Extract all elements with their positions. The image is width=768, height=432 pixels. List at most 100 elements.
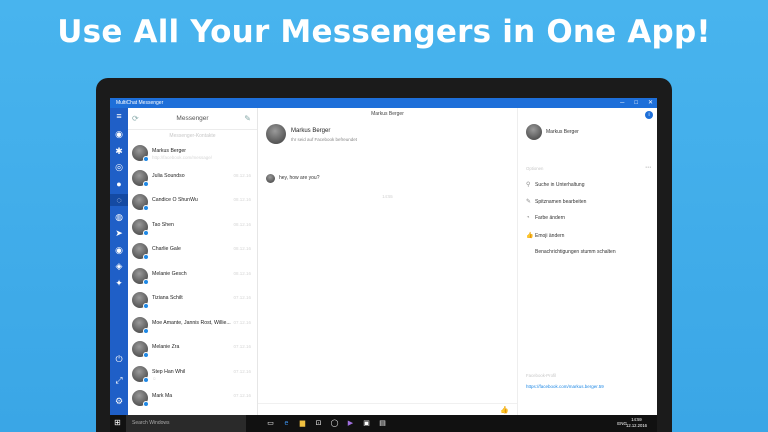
- messenger-icon[interactable]: ◌: [110, 194, 128, 206]
- chat-area: Markus Berger Markus Berger Ihr seid auf…: [258, 108, 517, 415]
- visual-studio-icon[interactable]: ▶: [345, 418, 356, 429]
- contact-name: Candice O ShunWu: [152, 197, 198, 203]
- expand-icon[interactable]: ⤢: [113, 374, 125, 386]
- message-input-bar[interactable]: 👍: [258, 403, 517, 415]
- contact-name: Melanie Zra: [152, 344, 180, 350]
- laptop-frame: MultiChat Messenger ─ □ ✕ ≡ ◉ ✱ ◎ ● ◌ ◍ ➤ ◉ ◈ ✦ ⏻ ⤢…: [96, 78, 672, 432]
- contact-name: Tao Shen: [152, 221, 174, 228]
- telegram-icon[interactable]: ➤: [113, 227, 125, 239]
- option-label: Emoji ändern: [535, 233, 565, 239]
- search-icon: ⚲: [526, 182, 531, 188]
- list-item[interactable]: Step Han Whil ☺ 07.12.16: [128, 363, 257, 388]
- title-bar: MultiChat Messenger ─ □ ✕: [110, 98, 657, 108]
- list-title: Messenger: [176, 115, 209, 122]
- info-contact-name: Markus Berger: [546, 129, 579, 135]
- thumbs-up-icon[interactable]: 👍: [500, 406, 509, 414]
- gear-icon[interactable]: ⚙: [113, 395, 125, 407]
- palette-icon: ◔: [526, 215, 530, 221]
- headline: Use All Your Messengers in One App!: [57, 14, 711, 50]
- list-item[interactable]: Candice O ShunWu 08.12.16: [128, 191, 257, 216]
- info-icon[interactable]: i: [645, 111, 653, 119]
- messenger-badge-icon: [143, 327, 149, 334]
- contact-name: Charlie Gale: [152, 246, 181, 252]
- contact-time: 08.12.16: [233, 221, 251, 227]
- close-button[interactable]: ✕: [648, 98, 653, 108]
- edge-icon[interactable]: e: [281, 418, 292, 429]
- maximize-button[interactable]: □: [634, 98, 638, 108]
- twitter-icon[interactable]: ✦: [113, 277, 125, 289]
- windows-taskbar: ⊞ Search Windows ▭ e ▆ ⊡ ◯ ▶ ▣ ▤ ENG 14:…: [110, 415, 657, 432]
- info-option[interactable]: ◔ Farbe ändern: [526, 215, 565, 221]
- messenger-badge-icon: [143, 401, 149, 407]
- chat-header: Markus Berger: [371, 111, 404, 117]
- more-options-icon[interactable]: ⋯: [645, 164, 651, 171]
- contact-name: Mark Ma: [152, 393, 173, 399]
- contact-name: Tiziana Schilt: [152, 295, 183, 301]
- messenger-badge-icon: [143, 278, 149, 285]
- profile-label: Facebook-Profil: [526, 373, 557, 378]
- taskbar-clock[interactable]: 14:59 12.12.2016: [626, 417, 647, 429]
- contact-time: 08.12.16: [233, 197, 251, 202]
- info-option[interactable]: 👍 Emoji ändern: [526, 232, 564, 239]
- messenger-badge-icon: [143, 229, 149, 236]
- app-icon[interactable]: ▣: [361, 418, 372, 429]
- info-option[interactable]: Benachrichtigungen stumm schalten: [526, 249, 616, 255]
- messenger-badge-icon: [143, 156, 149, 162]
- avatar[interactable]: [266, 124, 286, 144]
- reddit-icon[interactable]: ●: [113, 178, 125, 190]
- skype-icon[interactable]: ◍: [113, 211, 125, 223]
- list-item[interactable]: Melanie Gesch 08.12.16: [128, 265, 257, 290]
- viber-icon[interactable]: ◈: [113, 260, 125, 272]
- app-screen: MultiChat Messenger ─ □ ✕ ≡ ◉ ✱ ◎ ● ◌ ◍ ➤ ◉ ◈ ✦ ⏻ ⤢…: [110, 98, 657, 432]
- contact-list: ⟳ Messenger ✎ Messenger-Kontakte Markus …: [128, 108, 258, 415]
- messenger-badge-icon: [143, 205, 149, 211]
- info-option[interactable]: ✎ Spitznamen bearbeiten: [526, 198, 586, 205]
- explorer-icon[interactable]: ▆: [297, 418, 308, 429]
- avatar: [266, 174, 275, 183]
- store-icon[interactable]: ⊡: [313, 418, 324, 429]
- clock-date: 12.12.2016: [626, 423, 647, 428]
- list-item[interactable]: Markus Berger http://facebook.com/message…: [128, 142, 257, 167]
- profile-link[interactable]: https://facebook.com/markus.berger.59: [526, 384, 604, 389]
- list-item[interactable]: Mark Ma 07.12.16: [128, 387, 257, 412]
- multichat-taskbar-icon[interactable]: ▤: [377, 418, 388, 429]
- thumbs-up-icon: 👍: [526, 233, 534, 239]
- task-view-icon[interactable]: ▭: [265, 418, 276, 429]
- hamburger-menu-icon[interactable]: ≡: [113, 110, 125, 122]
- message-time: 14:55: [382, 194, 393, 199]
- contact-name: Markus Berger: [152, 148, 187, 154]
- github-icon[interactable]: ◯: [329, 418, 340, 429]
- contact-time: 08.12.16: [233, 172, 251, 178]
- list-subtitle: Messenger-Kontakte: [169, 133, 216, 139]
- chat-contact-card: Markus Berger Ihr seid auf Facebook befr…: [266, 124, 506, 154]
- list-item[interactable]: Tiziana Schilt 07.12.16: [128, 289, 257, 314]
- settings-icon[interactable]: ✱: [113, 145, 125, 157]
- list-item[interactable]: Moe Amante, Jannis Rost, Willie... 07.12.…: [128, 314, 257, 339]
- chat-contact-name: Markus Berger: [291, 128, 331, 134]
- list-item[interactable]: Melanie Zra 07.12.16: [128, 338, 257, 363]
- chat-contact-sub: Ihr seid auf Facebook befreundet: [291, 137, 358, 142]
- compose-icon[interactable]: ✎: [244, 108, 251, 130]
- contact-time: 08.12.16: [233, 246, 251, 251]
- messenger-badge-icon: [143, 303, 149, 309]
- option-label: Benachrichtigungen stumm schalten: [535, 249, 616, 255]
- list-item[interactable]: Charlie Gale 08.12.16: [128, 240, 257, 265]
- contact-time: 07.12.16: [233, 295, 251, 300]
- edit-icon: ✎: [526, 199, 532, 205]
- minimize-button[interactable]: ─: [620, 98, 624, 108]
- contact-time: 08.12.16: [233, 270, 251, 276]
- taskbar-search[interactable]: Search Windows: [126, 415, 246, 432]
- messenger-badge-icon: [143, 254, 149, 260]
- list-item[interactable]: Julia Soundso 08.12.16: [128, 167, 257, 192]
- list-item[interactable]: Tao Shen 08.12.16: [128, 216, 257, 241]
- contact-name: Melanie Gesch: [152, 270, 187, 277]
- list-header: ⟳ Messenger ✎: [128, 108, 257, 130]
- power-icon[interactable]: ⏻: [113, 353, 125, 365]
- contact-time: 07.12.16: [233, 319, 251, 325]
- refresh-icon[interactable]: ⟳: [132, 108, 139, 130]
- instagram-icon[interactable]: ◎: [113, 161, 125, 173]
- windows-start-icon[interactable]: ⊞: [114, 419, 122, 427]
- whatsapp-icon[interactable]: ◉: [113, 128, 125, 140]
- info-option[interactable]: ⚲ Suche in Unterhaltung: [526, 181, 584, 188]
- location-icon[interactable]: ◉: [113, 244, 125, 256]
